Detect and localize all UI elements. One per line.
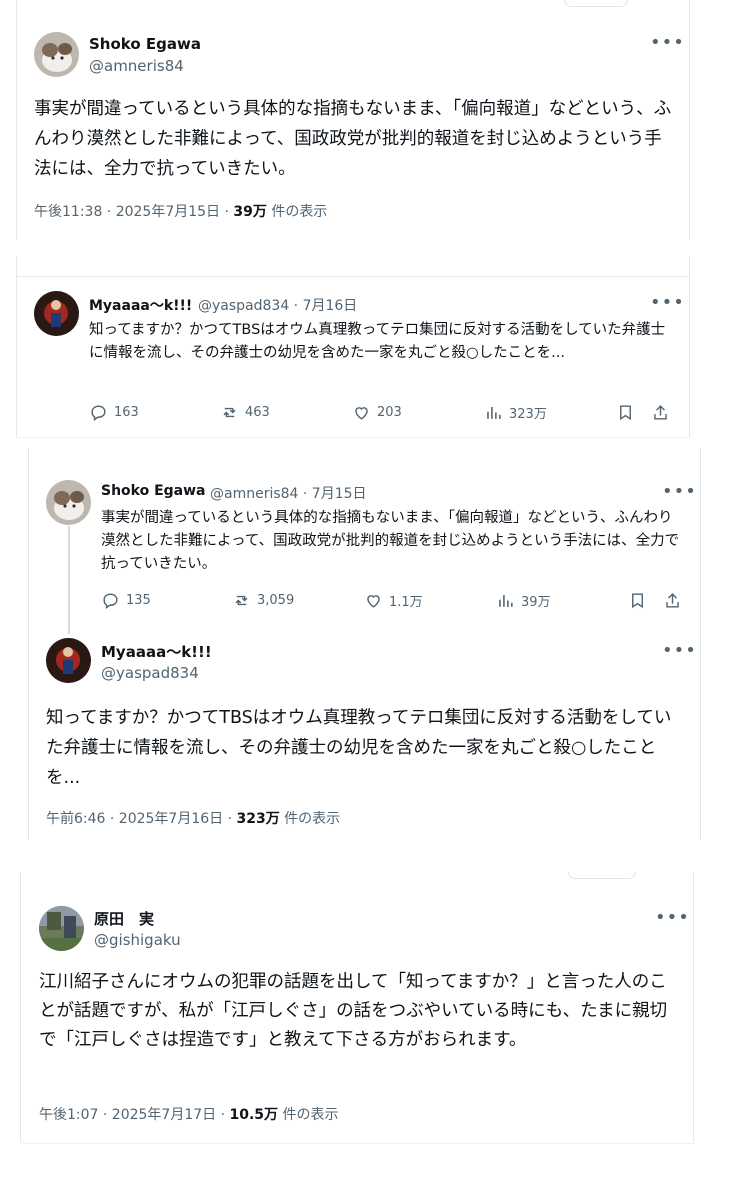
more-icon[interactable]: ••• [662,642,697,660]
reply-button[interactable]: 163 [89,403,139,422]
post-meta: 午後11:38 · 2025年7月15日 · 39万 件の表示 [34,201,327,221]
like-count: 1.1万 [389,595,423,610]
view-suffix: 件の表示 [279,811,341,827]
view-count: 39万 [521,595,551,610]
divider [28,448,29,840]
more-icon[interactable]: ••• [650,294,685,312]
views-button[interactable]: 39万 [496,591,551,610]
reply-count: 163 [114,405,139,420]
repost-button[interactable]: 463 [220,403,270,422]
divider [20,1143,694,1144]
bookmark-button[interactable] [616,403,635,422]
post-text: 事実が間違っているという具体的な指摘もないまま、「偏向報道」などという、ふんわり… [101,510,680,572]
view-count: 323万 [509,407,547,422]
author-name[interactable]: 原田 実 [94,908,154,929]
like-button[interactable]: 203 [352,403,402,422]
bookmark-icon [620,405,631,421]
divider [16,437,690,438]
divider [16,276,690,277]
more-icon[interactable]: ••• [650,34,685,52]
reply-icon [103,593,118,610]
bookmark-icon [632,593,643,609]
divider [689,256,690,438]
reply-icon [91,405,106,422]
post-meta: 午前6:46 · 2025年7月16日 · 323万 件の表示 [46,808,340,828]
more-icon[interactable]: ••• [662,483,697,501]
share-icon [666,593,679,608]
post-text: 事実が間違っているという具体的な指摘もないまま、「偏向報道」などという、ふんわり… [34,99,672,179]
repost-icon [223,407,236,418]
author-name[interactable]: Myaaaa～k!!! [101,641,212,662]
author-handle[interactable]: @gishigaku [94,931,181,949]
post-timestamp[interactable]: 午後11:38 · 2025年7月15日 · [34,204,233,220]
reply-count: 135 [126,593,151,608]
repost-count: 3,059 [257,593,295,608]
author-name[interactable]: Shoko Egawa [101,483,206,499]
thread-line [68,526,70,634]
views-icon [499,594,513,607]
author-name[interactable]: Shoko Egawa [89,35,201,53]
author-handle[interactable]: @yaspad834 [101,664,199,682]
avatar[interactable] [46,480,91,525]
share-button[interactable] [651,403,670,422]
like-icon [355,407,368,420]
divider [700,448,701,840]
avatar[interactable] [39,906,84,951]
like-icon [367,595,380,608]
divider [693,872,694,1142]
views-icon [487,406,501,419]
post-timestamp[interactable]: 午後1:07 · 2025年7月17日 · [39,1107,230,1123]
like-count: 203 [377,405,402,420]
share-icon [654,405,667,420]
author-handle[interactable]: @amneris84 · 7月15日 [210,483,367,503]
bookmark-button[interactable] [628,591,647,610]
share-button[interactable] [663,591,682,610]
avatar[interactable] [34,291,79,336]
top-pill [568,872,636,879]
divider [689,0,690,240]
view-count: 323万 [236,811,280,827]
post-text: 知ってますか？かつてTBSはオウム真理教ってテロ集団に反対する活動をしていた弁護… [46,708,672,788]
more-icon[interactable]: ••• [655,909,690,927]
view-suffix: 件の表示 [278,1107,339,1123]
divider [20,872,21,1142]
repost-button[interactable]: 3,059 [232,591,294,610]
top-pill [564,0,628,7]
like-button[interactable]: 1.1万 [364,591,423,610]
view-count: 39万 [233,204,267,220]
view-suffix: 件の表示 [266,204,328,220]
post-text: 江川紹子さんにオウムの犯罪の話題を出して「知ってますか？」と言った人のことが話題… [39,972,668,1050]
repost-count: 463 [245,405,270,420]
repost-icon [235,595,248,606]
views-button[interactable]: 323万 [484,403,547,422]
avatar[interactable] [34,32,79,77]
author-name[interactable]: Myaaaa～k!!! [89,295,192,315]
view-count: 10.5万 [229,1107,279,1123]
divider [16,256,17,438]
reply-button[interactable]: 135 [101,591,151,610]
post-meta: 午後1:07 · 2025年7月17日 · 10.5万 件の表示 [39,1104,339,1124]
post-text: 知ってますか？かつてTBSはオウム真理教ってテロ集団に反対する活動をしていた弁護… [89,322,666,361]
author-handle[interactable]: @yaspad834 · 7月16日 [198,295,357,315]
divider [16,0,17,240]
avatar[interactable] [46,638,91,683]
post-timestamp[interactable]: 午前6:46 · 2025年7月16日 · [46,811,237,827]
author-handle[interactable]: @amneris84 [89,57,184,75]
